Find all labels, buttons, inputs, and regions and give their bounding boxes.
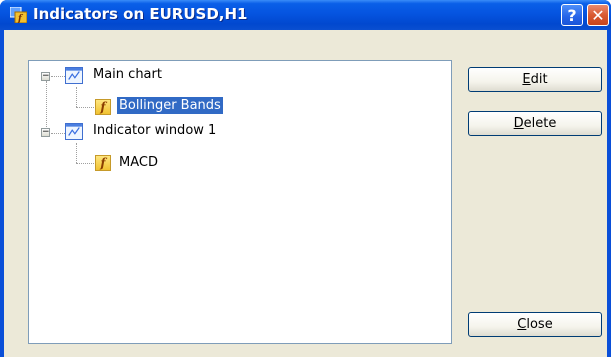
delete-label: elete [523,116,557,131]
expand-collapse-toggle[interactable]: − [41,72,50,81]
expand-collapse-toggle[interactable]: − [41,128,50,137]
close-label: lose [526,317,553,332]
close-button[interactable]: Close [468,312,602,337]
window-title: Indicators on EURUSD,H1 [33,5,248,23]
chart-window-icon [65,67,83,84]
tree-item-indicator-window-1[interactable]: Indicator window 1 [93,123,216,138]
tree-connector [51,133,65,134]
indicator-function-icon: f [95,99,111,115]
title-bar[interactable]: f Indicators on EURUSD,H1 ? ✕ [0,0,611,30]
tree-connector [76,163,94,164]
tree-connector [76,107,94,108]
edit-accelerator: E [522,72,531,87]
tree-item-macd[interactable]: MACD [119,155,158,170]
tree-item-bollinger-bands[interactable]: Bollinger Bands [117,97,223,114]
indicators-dialog: f Indicators on EURUSD,H1 ? ✕ − Main cha… [0,0,611,357]
chart-window-icon [65,123,83,140]
tree-connector [76,87,77,107]
indicator-tree[interactable]: − Main chart f Bollinger Bands − Indicat… [28,60,452,344]
tree-connector [51,76,65,77]
tree-item-main-chart[interactable]: Main chart [93,67,162,82]
delete-accelerator: D [513,116,524,131]
close-accelerator: C [517,317,527,332]
edit-label: dit [530,72,548,87]
delete-button[interactable]: Delete [468,111,602,136]
tree-connector [76,143,77,163]
tree-connector [46,81,47,133]
edit-button[interactable]: Edit [468,67,602,92]
indicator-function-icon: f [95,155,111,171]
indicators-window-icon: f [10,7,27,23]
help-icon: ? [567,5,577,25]
close-icon: ✕ [591,5,605,25]
help-button[interactable]: ? [561,4,583,26]
close-window-button[interactable]: ✕ [587,4,609,26]
